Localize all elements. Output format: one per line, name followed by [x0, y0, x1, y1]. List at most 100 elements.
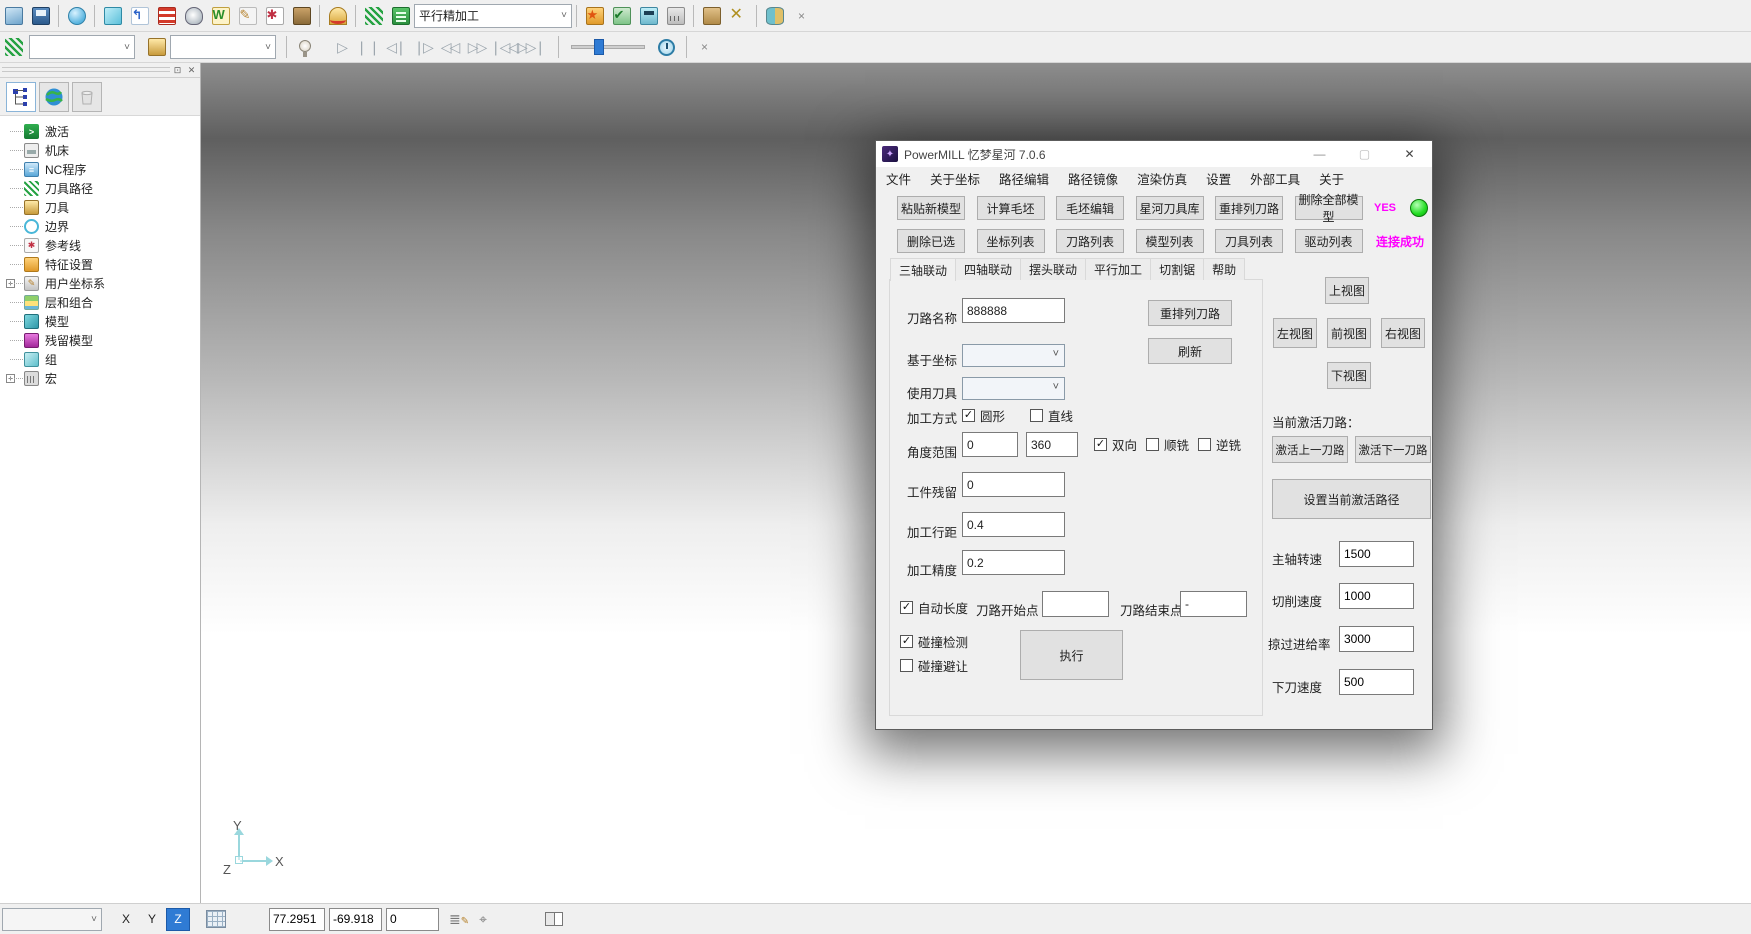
sim-rewind-button[interactable]: ◁◁ — [436, 34, 463, 60]
axis-x-button[interactable]: X — [114, 908, 138, 931]
tool-button[interactable] — [180, 3, 207, 29]
tab-explorer-tree[interactable] — [6, 82, 36, 112]
edit-block-button[interactable]: 毛坯编辑 — [1056, 196, 1124, 220]
sim-tool-combobox[interactable]: ˅ — [170, 35, 276, 59]
tree-item-toolpaths[interactable]: 刀具路径 — [6, 179, 200, 198]
mode-circle-checkbox[interactable]: ✓ 圆形 — [962, 406, 1005, 425]
tool-change-button[interactable] — [698, 3, 725, 29]
plunge-feed-input[interactable] — [1339, 669, 1414, 695]
toolpath-name-input[interactable] — [962, 298, 1065, 323]
bottom-view-button[interactable]: 下视图 — [1327, 362, 1371, 389]
maximize-button[interactable]: ▢ — [1342, 141, 1387, 167]
grid-toggle-button[interactable] — [202, 906, 229, 932]
set-active-path-button[interactable]: 设置当前激活路径 — [1272, 479, 1431, 519]
coord-list-button[interactable]: 坐标列表 — [977, 229, 1045, 253]
menu-render-sim[interactable]: 渲染仿真 — [1137, 169, 1187, 188]
calculator-button[interactable] — [635, 3, 662, 29]
calc-block-button[interactable]: 计算毛坯 — [977, 196, 1045, 220]
bidirectional-checkbox[interactable]: ✓ 双向 — [1094, 435, 1137, 454]
block-button[interactable] — [99, 3, 126, 29]
database-button[interactable] — [761, 3, 788, 29]
crosshair-icon[interactable]: ⌖ — [479, 911, 487, 928]
axis-y-button[interactable]: Y — [140, 908, 164, 931]
top-view-button[interactable]: 上视图 — [1325, 277, 1369, 304]
tree-item-nc-programs[interactable]: ≡NC程序 — [6, 160, 200, 179]
start-point-input[interactable] — [1042, 591, 1109, 617]
stepover-input[interactable] — [962, 512, 1065, 537]
sim-tool-button[interactable] — [143, 34, 170, 60]
sim-play-button[interactable]: ▷ — [328, 34, 355, 60]
tab-saw[interactable]: 切割锯 — [1150, 258, 1204, 280]
slider-thumb[interactable] — [594, 39, 604, 55]
tree-item-feature-sets[interactable]: 特征设置 — [6, 255, 200, 274]
delete-selected-button[interactable]: 删除已选 — [897, 229, 965, 253]
panel-grip[interactable]: ⊡ ✕ — [0, 63, 200, 78]
collision-check-checkbox[interactable]: ✓ 碰撞检测 — [900, 632, 968, 651]
simulate-button[interactable] — [324, 3, 351, 29]
toolpath-button[interactable] — [360, 3, 387, 29]
sim-fast-forward-button[interactable]: ▷▷ — [463, 34, 490, 60]
tree-item-stock-models[interactable]: 残留模型 — [6, 331, 200, 350]
split-view-icon[interactable] — [545, 912, 563, 926]
tree-item-workplanes[interactable]: +✎用户坐标系 — [6, 274, 200, 293]
left-view-button[interactable]: 左视图 — [1273, 318, 1317, 348]
menu-about[interactable]: 关于 — [1319, 169, 1344, 188]
tree-item-tools[interactable]: 刀具 — [6, 198, 200, 217]
sim-clock-button[interactable] — [653, 34, 680, 60]
refresh-button[interactable]: 刷新 — [1148, 338, 1232, 364]
tool-library-button[interactable]: 星河刀具库 — [1136, 196, 1204, 220]
reorder-toolpaths-button2[interactable]: 重排列刀路 — [1148, 300, 1232, 326]
dialog-titlebar[interactable]: ✦ PowerMILL 忆梦星河 7.0.6 — ▢ ✕ — [876, 141, 1432, 167]
tree-item-patterns[interactable]: ✱参考线 — [6, 236, 200, 255]
right-view-button[interactable]: 右视图 — [1381, 318, 1425, 348]
tab-parallel[interactable]: 平行加工 — [1085, 258, 1151, 280]
tab-3axis[interactable]: 三轴联动 — [890, 258, 956, 281]
tab-tilt-head[interactable]: 摆头联动 — [1020, 258, 1086, 280]
strategy-list-button[interactable] — [387, 3, 414, 29]
angle-start-input[interactable] — [962, 432, 1018, 457]
rapid-heights-button[interactable]: ↰ — [126, 3, 153, 29]
transform-button[interactable]: ✕ — [725, 3, 752, 29]
strategy-combobox[interactable]: 平行精加工 ˅ — [414, 4, 572, 28]
pattern-button[interactable]: ✱ — [261, 3, 288, 29]
model-list-button[interactable]: 模型列表 — [1136, 229, 1204, 253]
delete-all-models-button[interactable]: 删除全部模型 — [1295, 196, 1363, 220]
auto-length-checkbox[interactable]: ✓ 自动长度 — [900, 598, 968, 617]
tolerance-input[interactable] — [962, 550, 1065, 575]
panel-close-button[interactable]: ✕ — [185, 64, 198, 76]
verify-toolpath-button[interactable]: ✔ — [608, 3, 635, 29]
end-point-input[interactable] — [1180, 591, 1247, 617]
status-view-combobox[interactable]: ˅ — [2, 908, 102, 931]
edit-toolpath-button[interactable]: ✎ — [234, 3, 261, 29]
calc-toolpath-button[interactable]: ★ — [581, 3, 608, 29]
tree-item-models[interactable]: 模型 — [6, 312, 200, 331]
start-point-button[interactable] — [153, 3, 180, 29]
toolbar-close-button[interactable]: × — [788, 3, 815, 29]
tab-4axis[interactable]: 四轴联动 — [955, 258, 1021, 280]
sim-speed-slider[interactable] — [571, 45, 645, 49]
sim-toolbar-close-button[interactable]: × — [691, 34, 718, 60]
tree-item-boundaries[interactable]: 边界 — [6, 217, 200, 236]
based-coord-combobox[interactable] — [962, 344, 1065, 367]
tree-item-macros[interactable]: +宏 — [6, 369, 200, 388]
activate-prev-toolpath-button[interactable]: 激活上一刀路 — [1272, 436, 1348, 463]
sim-go-start-button[interactable]: ❘◁◁ — [490, 34, 517, 60]
shading-button[interactable] — [63, 3, 90, 29]
coord-x-input[interactable] — [269, 908, 325, 931]
sim-light-button[interactable] — [291, 34, 318, 60]
menu-external-tools[interactable]: 外部工具 — [1250, 169, 1300, 188]
execute-button[interactable]: 执行 — [1020, 630, 1123, 680]
tool-list-button[interactable]: 刀具列表 — [1215, 229, 1283, 253]
tree-item-groups[interactable]: 组 — [6, 350, 200, 369]
drive-list-button[interactable]: 驱动列表 — [1295, 229, 1363, 253]
sim-step-back-button[interactable]: ◁❘ — [382, 34, 409, 60]
feature-button[interactable] — [288, 3, 315, 29]
climb-mill-checkbox[interactable]: 顺铣 — [1146, 435, 1189, 454]
conventional-mill-checkbox[interactable]: 逆铣 — [1198, 435, 1241, 454]
coord-z-input[interactable] — [386, 908, 439, 931]
tab-help[interactable]: 帮助 — [1203, 258, 1245, 280]
spindle-speed-input[interactable] — [1339, 541, 1414, 567]
tree-item-machine[interactable]: 机床 — [6, 141, 200, 160]
coord-y-input[interactable] — [329, 908, 382, 931]
leads-links-button[interactable]: W — [207, 3, 234, 29]
